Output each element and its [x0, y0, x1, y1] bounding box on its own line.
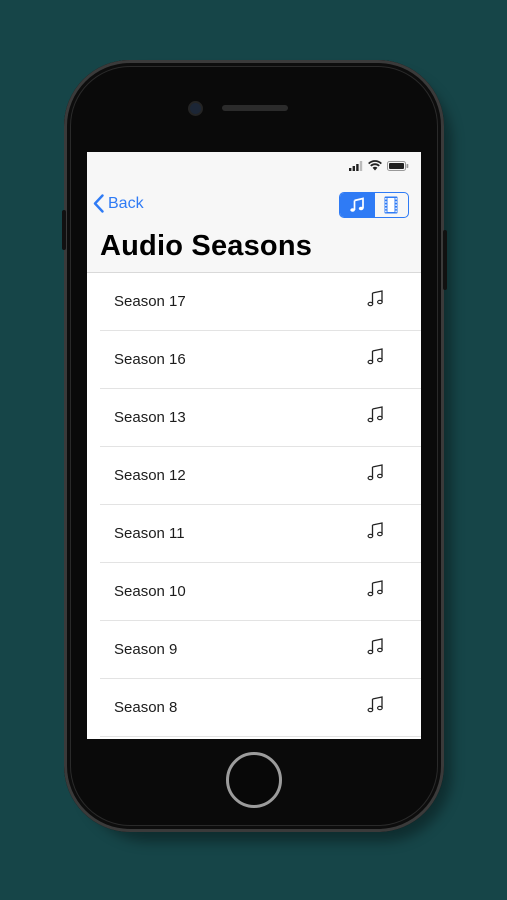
list-item[interactable]: Season 13 — [100, 389, 421, 447]
list-item[interactable]: Season 10 — [100, 563, 421, 621]
list-item[interactable]: Season 16 — [100, 331, 421, 389]
battery-icon — [387, 160, 409, 171]
segment-video[interactable] — [373, 193, 409, 217]
music-note-icon — [367, 522, 383, 539]
season-label: Season 12 — [114, 467, 186, 484]
music-note-icon — [367, 290, 383, 307]
music-note-icon — [350, 197, 364, 212]
music-note-icon — [367, 464, 383, 481]
list-item[interactable]: Season 8 — [100, 679, 421, 737]
music-note-icon — [367, 406, 383, 423]
season-label: Season 9 — [114, 641, 178, 658]
season-label: Season 17 — [114, 293, 186, 310]
segment-audio[interactable] — [340, 193, 374, 217]
media-type-segmented-control[interactable] — [339, 192, 409, 218]
back-label: Back — [108, 194, 144, 212]
music-note-icon — [367, 638, 383, 655]
status-bar — [87, 152, 421, 178]
season-label: Season 16 — [114, 351, 186, 368]
chevron-left-icon — [93, 194, 104, 213]
music-note-icon — [367, 696, 383, 713]
music-note-icon — [367, 348, 383, 365]
season-label: Season 13 — [114, 409, 186, 426]
list-item[interactable]: Season 11 — [100, 505, 421, 563]
music-note-icon — [367, 580, 383, 597]
film-strip-icon — [384, 196, 398, 214]
phone-volume-button — [62, 210, 66, 250]
season-label: Season 10 — [114, 583, 186, 600]
home-button[interactable] — [226, 752, 282, 808]
season-label: Season 8 — [114, 699, 178, 716]
navigation-bar: Back Audio Seasons — [87, 178, 421, 273]
front-camera — [190, 103, 201, 114]
app-screen: Back Audio Seasons Season 17 Season 16 S… — [87, 152, 421, 739]
seasons-list: Season 17 Season 16 Season 13 Season 12 … — [100, 273, 421, 737]
season-label: Season 11 — [114, 525, 185, 542]
list-item[interactable]: Season 12 — [100, 447, 421, 505]
phone-power-button — [443, 230, 447, 290]
wifi-icon — [368, 160, 382, 171]
page-title: Audio Seasons — [100, 230, 313, 262]
earpiece-speaker — [222, 105, 288, 111]
signal-bars-icon — [349, 160, 363, 171]
back-button[interactable]: Back — [93, 194, 144, 213]
list-item[interactable]: Season 17 — [100, 273, 421, 331]
list-item[interactable]: Season 9 — [100, 621, 421, 679]
